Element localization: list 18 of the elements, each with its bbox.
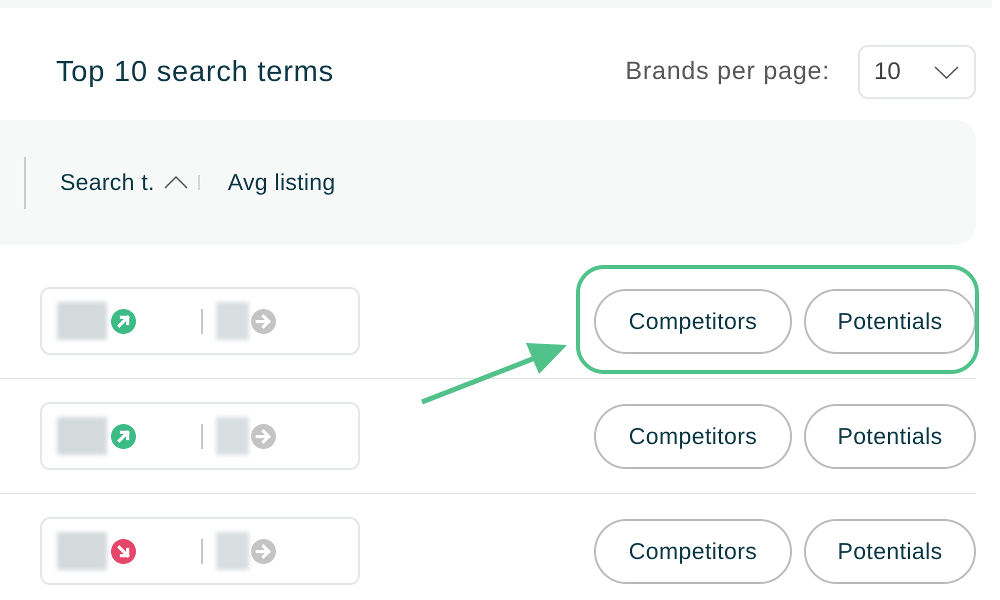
column-header[interactable]: Search t.	[60, 171, 155, 194]
chevron-down-icon	[934, 66, 959, 78]
pill-button[interactable]: Potentials	[804, 288, 976, 354]
blurred-value	[216, 302, 249, 340]
column-header[interactable]: Avg listing	[228, 171, 336, 194]
blurred-value	[57, 532, 107, 570]
blurred-value	[216, 417, 249, 455]
section-title: Top 10 search terms	[56, 58, 334, 86]
blurred-value	[57, 302, 107, 340]
pill-button[interactable]: Potentials	[804, 518, 976, 584]
pill-button[interactable]: Competitors	[594, 404, 792, 468]
page-size-label: Brands per page:	[625, 56, 830, 88]
pill-button[interactable]: Competitors	[594, 518, 792, 584]
blurred-value	[57, 417, 107, 455]
pill-button[interactable]: Competitors	[594, 288, 792, 354]
pill-button[interactable]: Potentials	[804, 404, 976, 468]
blurred-value	[216, 532, 249, 570]
page-size-select[interactable]: 10	[858, 45, 976, 99]
